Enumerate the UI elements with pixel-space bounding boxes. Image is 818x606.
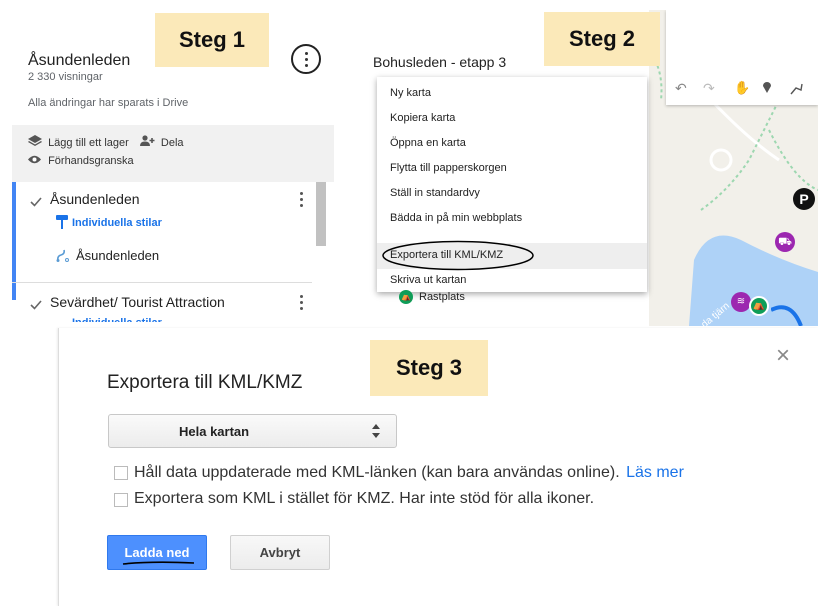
step3-label: Steg 3 xyxy=(370,340,488,396)
layer-options-icon[interactable] xyxy=(300,192,304,210)
divider xyxy=(12,282,312,283)
layer-checkbox-icon[interactable] xyxy=(30,194,42,212)
line-tool-icon[interactable] xyxy=(790,82,803,100)
shop-marker-icon: ⛟ xyxy=(775,232,795,252)
layer-item[interactable]: Åsundenleden xyxy=(76,248,159,263)
ferry-marker-icon: ≋ xyxy=(731,292,751,312)
export-kml-checkbox[interactable] xyxy=(114,493,128,507)
more-options-button[interactable] xyxy=(291,44,321,74)
download-button[interactable]: Ladda ned xyxy=(107,535,207,570)
map-title[interactable]: Bohusleden - etapp 3 xyxy=(373,54,506,70)
annotation-circle xyxy=(382,240,534,271)
layer-checkbox-icon[interactable] xyxy=(30,297,42,315)
route-icon xyxy=(56,248,69,267)
more-dot xyxy=(305,58,308,61)
parking-marker-icon: P xyxy=(793,188,815,210)
map-title[interactable]: Åsundenleden xyxy=(28,52,130,70)
dialog-title: Exportera till KML/KMZ xyxy=(107,372,303,393)
picnic-marker-icon: ⛺ xyxy=(749,296,769,316)
layer-style-link[interactable]: Individuella stilar xyxy=(72,317,162,322)
preview-link[interactable]: Förhandsgranska xyxy=(48,155,134,167)
menu-item-trash[interactable]: Flytta till papperskorgen xyxy=(390,162,507,174)
eye-icon xyxy=(28,155,44,167)
step1-label: Steg 1 xyxy=(155,13,269,67)
keep-updated-checkbox[interactable] xyxy=(114,466,128,480)
view-count: 2 330 visningar xyxy=(28,71,103,83)
add-layer-link[interactable]: Lägg till ett lager xyxy=(48,137,129,149)
cancel-button-label: Avbryt xyxy=(259,545,301,560)
layer-style-link[interactable]: Individuella stilar xyxy=(72,217,162,229)
layer-actions: Lägg till ett lager Dela xyxy=(28,135,184,149)
more-dot xyxy=(305,52,308,55)
scrollbar[interactable] xyxy=(316,182,326,246)
toolbar-bar xyxy=(12,125,334,182)
more-dot xyxy=(305,64,308,67)
paint-roller-icon xyxy=(56,318,68,322)
menu-item-embed[interactable]: Bädda in på min webbplats xyxy=(390,212,522,224)
share-link[interactable]: Dela xyxy=(161,137,184,149)
download-button-label: Ladda ned xyxy=(124,545,190,560)
rastplats-icon: ⛺ xyxy=(399,290,413,304)
updown-arrow-icon xyxy=(371,422,381,445)
scope-select[interactable]: Hela kartan xyxy=(108,414,397,448)
layers-icon xyxy=(28,135,45,149)
step1-panel: Åsundenleden 2 330 visningar Alla ändrin… xyxy=(12,22,334,322)
save-status: Alla ändringar har sparats i Drive xyxy=(28,97,189,109)
close-icon[interactable]: × xyxy=(776,342,790,370)
annotation-underline xyxy=(122,561,195,565)
marker-tool-icon[interactable] xyxy=(762,80,772,98)
menu-item-print[interactable]: Skriva ut kartan xyxy=(390,274,466,286)
route-line xyxy=(771,305,803,326)
step2-label: Steg 2 xyxy=(544,12,660,66)
keep-updated-label: Håll data uppdaterade med KML-länken (ka… xyxy=(134,464,684,482)
cancel-button[interactable]: Avbryt xyxy=(230,535,330,570)
menu-item-default-view[interactable]: Ställ in standardvy xyxy=(390,187,480,199)
menu-item-copy-map[interactable]: Kopiera karta xyxy=(390,112,455,124)
layer-item-rastplats[interactable]: Rastplats xyxy=(419,291,465,303)
export-kml-label: Exportera som KML i stället för KMZ. Har… xyxy=(134,490,595,507)
layer-name[interactable]: Sevärdhet/ Tourist Attraction xyxy=(50,294,225,310)
learn-more-link[interactable]: Läs mer xyxy=(626,464,684,481)
map-options-menu: Ny karta Kopiera karta Öppna en karta Fl… xyxy=(377,77,647,292)
add-person-icon xyxy=(139,135,159,149)
menu-item-new-map[interactable]: Ny karta xyxy=(390,87,431,99)
layer-options-icon[interactable] xyxy=(300,295,304,313)
undo-icon[interactable]: ↶ xyxy=(675,80,687,97)
menu-item-open-map[interactable]: Öppna en karta xyxy=(390,137,466,149)
redo-icon[interactable]: ↷ xyxy=(703,80,715,97)
hand-icon[interactable]: ✋ xyxy=(734,80,750,96)
scope-select-value: Hela kartan xyxy=(179,424,250,439)
preview-row[interactable]: Förhandsgranska xyxy=(28,155,134,167)
layer-name[interactable]: Åsundenleden xyxy=(50,191,140,207)
keep-updated-text: Håll data uppdaterade med KML-länken (ka… xyxy=(134,464,620,481)
paint-roller-icon xyxy=(56,215,68,234)
